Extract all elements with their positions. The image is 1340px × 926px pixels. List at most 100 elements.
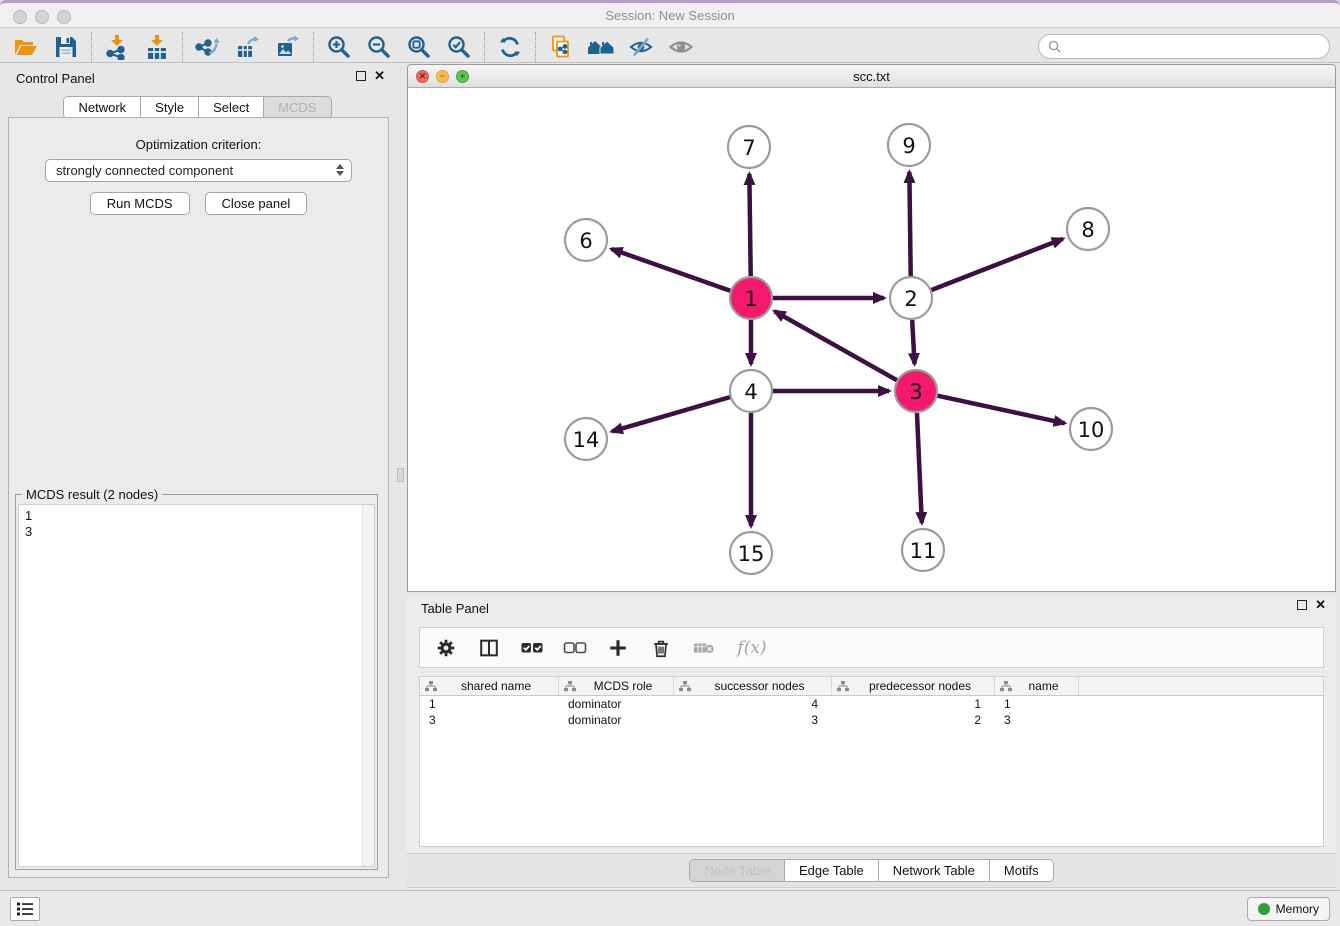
network-window-titlebar[interactable]: ✕ − + scc.txt [408,65,1335,88]
toolbar-separator [313,32,314,62]
close-panel-icon[interactable]: ✕ [374,71,385,81]
graph-edge-1-7[interactable] [749,174,750,276]
trash-icon [650,637,672,659]
search-input[interactable] [1067,40,1321,54]
hierarchy-icon [425,681,437,692]
tab-mcds[interactable]: MCDS [263,97,330,118]
tab-network[interactable]: Network [64,97,140,118]
zoom-selected-button[interactable] [439,32,479,62]
import-table-button[interactable] [137,32,177,62]
graph-node-3[interactable]: 3 [895,370,937,412]
graph-edge-2-8[interactable] [931,239,1062,290]
export-network-button[interactable] [188,32,228,62]
svg-text:1: 1 [744,287,757,311]
table-tab-node-table[interactable]: Node Table [690,860,784,881]
control-panel-title: Control Panel [16,71,95,86]
column-header-predecessor-nodes[interactable]: predecessor nodes [832,677,995,695]
tab-style[interactable]: Style [140,97,198,118]
graph-node-7[interactable]: 7 [728,126,770,168]
duplicate-network-icon [548,34,574,60]
svg-text:7: 7 [742,136,755,160]
hide-selected-button[interactable] [621,32,661,62]
graph-node-14[interactable]: 14 [565,418,607,460]
graph-node-1[interactable]: 1 [730,277,772,319]
zoom-fit-icon [406,34,432,60]
task-history-button[interactable] [10,897,40,921]
import-network-icon [104,34,130,60]
tab-select[interactable]: Select [198,97,263,118]
apply-layout-button[interactable] [490,32,530,62]
column-header-name[interactable]: name [995,677,1079,695]
graph-node-11[interactable]: 11 [902,529,944,571]
eye-slash-icon [628,34,654,60]
delete-column-button[interactable] [643,632,679,664]
hierarchy-icon [837,681,849,692]
open-session-button[interactable] [6,32,46,62]
graph-node-15[interactable]: 15 [730,532,772,574]
show-all-networks-button[interactable] [581,32,621,62]
show-column-panel-button[interactable] [471,632,507,664]
float-table-panel-icon[interactable] [1297,600,1307,610]
houses-icon [587,34,615,60]
column-header-MCDS-role[interactable]: MCDS role [559,677,674,695]
graph-node-6[interactable]: 6 [565,219,607,261]
show-hidden-button[interactable] [661,32,701,62]
graph-node-4[interactable]: 4 [730,370,772,412]
column-header-successor-nodes[interactable]: successor nodes [674,677,832,695]
result-line: 1 [25,508,368,524]
graph-node-9[interactable]: 9 [888,124,930,166]
network-canvas[interactable]: 1 2 3 4 6 7 8 9 10 11 14 15 [408,88,1335,591]
zoom-in-button[interactable] [319,32,359,62]
graph-edge-4-14[interactable] [612,397,730,431]
mcds-result-textarea[interactable]: 13 [18,504,375,867]
table-cell: 2 [832,712,995,728]
mcds-result-text: 13 [19,505,374,543]
column-header-shared-name[interactable]: shared name [420,677,559,695]
table-row[interactable]: 1dominator411 [420,696,1323,712]
graph-edge-1-6[interactable] [611,249,730,291]
svg-text:10: 10 [1078,418,1105,442]
table-panel-title: Table Panel [421,601,489,616]
table-tab-edge-table[interactable]: Edge Table [784,860,878,881]
zoom-out-button[interactable] [359,32,399,62]
table-cell: 1 [995,696,1079,712]
float-panel-icon[interactable] [356,71,366,81]
optimization-select[interactable]: strongly connected component [45,159,352,182]
search-field[interactable] [1038,34,1330,59]
zoom-fit-button[interactable] [399,32,439,62]
vertical-splitter-handle[interactable] [397,468,404,482]
memory-button[interactable]: Memory [1247,897,1330,921]
result-scrollbar[interactable] [362,505,374,866]
run-mcds-button[interactable]: Run MCDS [90,192,190,215]
close-panel-button[interactable]: Close panel [205,192,308,215]
table-tab-motifs[interactable]: Motifs [989,860,1053,881]
graph-node-8[interactable]: 8 [1067,208,1109,250]
table-settings-button[interactable] [428,632,464,664]
table-tab-network-table[interactable]: Network Table [878,860,989,881]
close-table-panel-icon[interactable]: ✕ [1315,600,1326,610]
graph-node-2[interactable]: 2 [890,277,932,319]
delete-table-button[interactable] [686,632,722,664]
apply-function-button[interactable]: f(x) [729,632,775,664]
result-line: 3 [25,524,368,540]
export-table-button[interactable] [228,32,268,62]
graph-edge-3-11[interactable] [917,413,922,523]
duplicate-network-button[interactable] [541,32,581,62]
graph-edge-3-10[interactable] [937,396,1064,424]
graph-edge-3-1[interactable] [775,311,897,380]
graph-edge-2-3[interactable] [912,320,914,364]
svg-text:6: 6 [579,229,592,253]
add-column-button[interactable] [600,632,636,664]
table-row[interactable]: 3dominator323 [420,712,1323,728]
graph-node-10[interactable]: 10 [1070,408,1112,450]
select-all-button[interactable] [514,632,550,664]
import-network-button[interactable] [97,32,137,62]
deselect-all-button[interactable] [557,632,593,664]
graph-edge-2-9[interactable] [909,172,910,276]
save-session-button[interactable] [46,32,86,62]
export-network-icon [195,34,221,60]
svg-text:4: 4 [744,380,757,404]
main-toolbar [0,31,1340,63]
node-table: shared nameMCDS rolesuccessor nodesprede… [419,676,1324,847]
export-image-button[interactable] [268,32,308,62]
